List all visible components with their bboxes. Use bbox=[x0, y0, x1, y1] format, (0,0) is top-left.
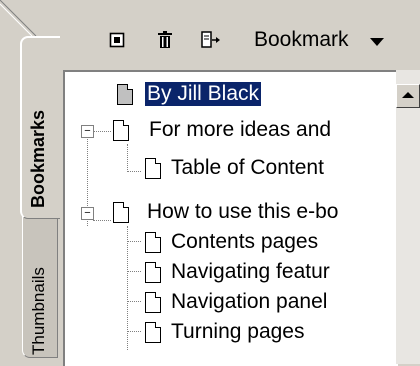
bookmark-item[interactable]: − How to use this e-bo bbox=[65, 198, 395, 226]
bookmark-label: Contents pages bbox=[171, 230, 319, 253]
bookmark-item[interactable]: Navigation panel bbox=[65, 288, 395, 316]
page-icon bbox=[145, 158, 161, 179]
bookmark-label: Turning pages bbox=[171, 320, 305, 343]
bookmark-label: Navigation panel bbox=[171, 290, 328, 313]
collapse-toggle-icon[interactable]: − bbox=[81, 207, 94, 220]
page-icon bbox=[145, 322, 161, 343]
bookmarks-panel: Thumbnails Bookmarks Bookmark By Jill Bl… bbox=[0, 0, 420, 366]
tab-thumbnails-label: Thumbnails bbox=[29, 267, 48, 355]
delete-bookmark-button[interactable] bbox=[154, 29, 176, 51]
bookmark-label: By Jill Black bbox=[143, 81, 263, 107]
new-bookmark-button[interactable] bbox=[106, 29, 128, 51]
bookmark-label: How to use this e-bo bbox=[147, 200, 339, 223]
bookmark-toolbar: Bookmark bbox=[64, 16, 414, 60]
panel-corner bbox=[0, 0, 37, 37]
page-icon bbox=[113, 120, 129, 141]
bookmark-item[interactable]: By Jill Black bbox=[65, 80, 385, 108]
bookmark-item[interactable]: Table of Content bbox=[65, 154, 395, 182]
collapse-toggle-icon[interactable]: − bbox=[81, 125, 94, 138]
bookmark-item[interactable]: Turning pages bbox=[65, 318, 395, 346]
trash-icon bbox=[158, 31, 172, 48]
scroll-up-button[interactable] bbox=[396, 84, 420, 108]
tab-bookmarks[interactable]: Bookmarks bbox=[20, 36, 60, 219]
bookmark-item[interactable]: Navigating featur bbox=[65, 258, 395, 286]
page-icon bbox=[145, 232, 161, 253]
vertical-scrollbar[interactable] bbox=[396, 70, 420, 364]
new-bookmark-icon bbox=[109, 32, 125, 48]
bookmark-label: Table of Content bbox=[171, 156, 324, 179]
bookmark-tree[interactable]: By Jill Black − For more ideas and Table… bbox=[63, 70, 398, 366]
page-icon bbox=[145, 292, 161, 313]
expand-bookmark-button[interactable] bbox=[200, 29, 222, 51]
bookmark-item[interactable]: Contents pages bbox=[65, 228, 395, 256]
chevron-down-icon[interactable] bbox=[370, 38, 384, 46]
page-icon bbox=[113, 202, 129, 223]
expand-bookmark-icon bbox=[201, 31, 220, 48]
page-icon bbox=[145, 262, 161, 283]
tab-bookmarks-label: Bookmarks bbox=[28, 109, 48, 208]
tab-thumbnails[interactable]: Thumbnails bbox=[22, 206, 58, 358]
bookmark-label: For more ideas and bbox=[149, 118, 332, 141]
page-icon bbox=[117, 84, 133, 105]
bookmark-item[interactable]: − For more ideas and bbox=[65, 116, 395, 144]
bookmark-label: Navigating featur bbox=[171, 260, 330, 283]
bookmark-menu-label[interactable]: Bookmark bbox=[254, 28, 349, 52]
